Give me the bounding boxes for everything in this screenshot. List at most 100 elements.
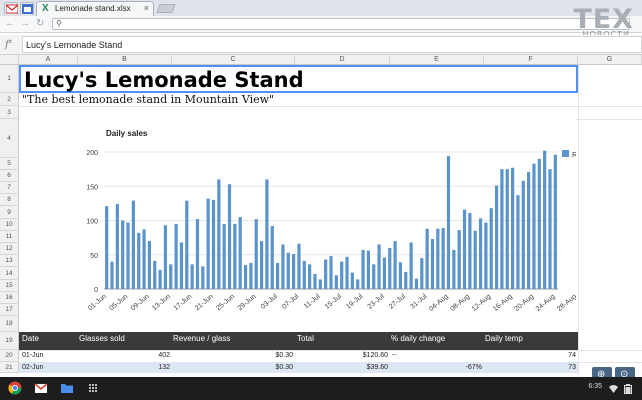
revenue-bar — [131, 200, 135, 289]
app-launcher-icon[interactable] — [86, 381, 100, 395]
x-tick-label: 20-Aug — [513, 293, 535, 313]
row-header-12[interactable]: 12 — [0, 243, 19, 255]
x-tick-label: 17-Jun — [173, 293, 194, 312]
row-header-20[interactable]: 20 — [0, 350, 19, 362]
select-all-corner[interactable] — [0, 55, 19, 65]
row-header-4[interactable]: 4 — [0, 119, 19, 158]
row-header-5[interactable]: 5 — [0, 158, 19, 170]
row-header-15[interactable]: 15 — [0, 280, 19, 292]
cell-glasses-sold[interactable]: 132 — [78, 364, 170, 371]
x-tick-label: 27-Jul — [388, 293, 407, 311]
function-icon: fx — [5, 38, 13, 51]
cell-daily-temp[interactable]: 73 — [484, 364, 576, 371]
revenue-bar — [275, 262, 280, 289]
row-header-7[interactable]: 7 — [0, 182, 19, 194]
column-header-a[interactable]: A — [19, 55, 78, 65]
column-header-f[interactable]: F — [484, 55, 578, 65]
x-tick-label: 25-Jun — [215, 293, 236, 312]
x-tick-label: 03-Jul — [260, 293, 279, 311]
column-header-d[interactable]: D — [295, 55, 390, 65]
files-app-icon[interactable] — [60, 381, 74, 395]
revenue-bar — [243, 265, 248, 289]
address-bar[interactable]: ⚲ — [52, 18, 630, 30]
revenue-bar — [457, 230, 461, 289]
gridline — [19, 350, 642, 351]
new-tab-button[interactable] — [156, 4, 176, 13]
revenue-bar — [527, 171, 531, 289]
revenue-bar — [409, 242, 413, 289]
row-header-17[interactable]: 17 — [0, 304, 19, 316]
revenue-bar — [489, 208, 493, 289]
row-header-6[interactable]: 6 — [0, 170, 19, 182]
column-header-e[interactable]: E — [390, 55, 484, 65]
tab-close-icon[interactable]: × — [144, 3, 149, 13]
gmail-app-icon[interactable] — [34, 381, 48, 395]
revenue-bar — [281, 244, 285, 289]
column-header-c[interactable]: C — [172, 55, 295, 65]
cell-revenue-per-glass[interactable]: $0.30 — [172, 352, 293, 359]
cell-daily-change[interactable]: -- — [392, 352, 397, 359]
revenue-bar — [313, 273, 317, 289]
row-header-18[interactable]: 18 — [0, 316, 19, 332]
revenue-bar — [430, 238, 435, 289]
y-tick-label: 150 — [86, 184, 98, 191]
row-header-1[interactable]: 1 — [0, 65, 19, 93]
row-header-13[interactable]: 13 — [0, 255, 19, 267]
cell-total[interactable]: $39.60 — [295, 364, 388, 371]
cell-date[interactable]: 02-Jun — [22, 364, 43, 371]
x-tick-label: 07-Jul — [281, 293, 300, 311]
sheet-title: Lucy's Lemonade Stand — [24, 68, 304, 92]
cell-revenue-per-glass[interactable]: $0.30 — [172, 364, 293, 371]
revenue-bar — [227, 184, 232, 289]
column-header-b[interactable]: B — [78, 55, 172, 65]
wifi-icon[interactable] — [609, 384, 618, 393]
calendar-tab[interactable] — [20, 2, 34, 15]
revenue-bar — [174, 223, 178, 289]
formula-input[interactable]: Lucy's Lemonade Stand — [22, 36, 642, 53]
cell-glasses-sold[interactable]: 402 — [78, 352, 170, 359]
forward-arrow-icon[interactable]: → — [20, 18, 30, 29]
row-header-19[interactable]: 19 — [0, 332, 19, 350]
battery-icon[interactable] — [624, 384, 632, 394]
x-tick-label: 15-Jul — [324, 293, 343, 311]
row-header-9[interactable]: 9 — [0, 206, 19, 219]
row-header-2[interactable]: 2 — [0, 93, 19, 106]
revenue-bar — [350, 272, 354, 289]
cell-date[interactable]: 01-Jun — [22, 352, 43, 359]
daily-sales-chart[interactable]: Daily sales 0 50 100 150 200 01-Jun 05-Jun 09-Ju… — [20, 107, 602, 327]
x-tick-label: 24-Aug — [535, 293, 557, 313]
row-header-11[interactable]: 11 — [0, 231, 19, 243]
column-header-g[interactable]: G — [578, 55, 642, 65]
tab-lemonade-stand[interactable]: X Lemonade stand.xlsx × — [36, 1, 154, 16]
revenue-bar — [414, 278, 419, 289]
revenue-bar — [478, 218, 483, 289]
revenue-bar — [446, 156, 451, 289]
revenue-bar — [147, 241, 152, 289]
revenue-bar — [292, 254, 296, 289]
sheet-subtitle[interactable]: "The best lemonade stand in Mountain Vie… — [22, 93, 274, 106]
reload-icon[interactable]: ↻ — [36, 18, 44, 29]
back-arrow-icon[interactable]: ← — [5, 18, 15, 29]
browser-tab-strip: X Lemonade stand.xlsx × — [0, 0, 642, 16]
chrome-icon[interactable] — [8, 381, 22, 395]
row-header-21[interactable]: 21 — [0, 362, 19, 373]
revenue-bar — [425, 228, 429, 289]
row-header-8[interactable]: 8 — [0, 194, 19, 206]
revenue-bar — [516, 195, 520, 289]
row-header-10[interactable]: 10 — [0, 219, 19, 231]
header-glasses-sold: Glasses sold — [79, 334, 125, 343]
row-header-16[interactable]: 16 — [0, 292, 19, 304]
cell-daily-temp[interactable]: 74 — [484, 352, 576, 359]
clock[interactable]: 6:35 — [588, 383, 602, 390]
revenue-bar — [222, 223, 226, 289]
row-header-3[interactable]: 3 — [0, 106, 19, 119]
row-header-14[interactable]: 14 — [0, 267, 19, 280]
gmail-tab[interactable] — [4, 2, 18, 15]
x-tick-label: 31-Jul — [409, 293, 428, 311]
revenue-bar — [169, 264, 173, 289]
cell-a1-selected[interactable]: Lucy's Lemonade Stand — [19, 65, 578, 93]
revenue-bar — [537, 158, 541, 289]
cell-total[interactable]: $120.60 — [295, 352, 388, 359]
x-tick-label: 23-Jul — [367, 293, 386, 311]
cell-daily-change[interactable]: -67% — [390, 364, 482, 371]
